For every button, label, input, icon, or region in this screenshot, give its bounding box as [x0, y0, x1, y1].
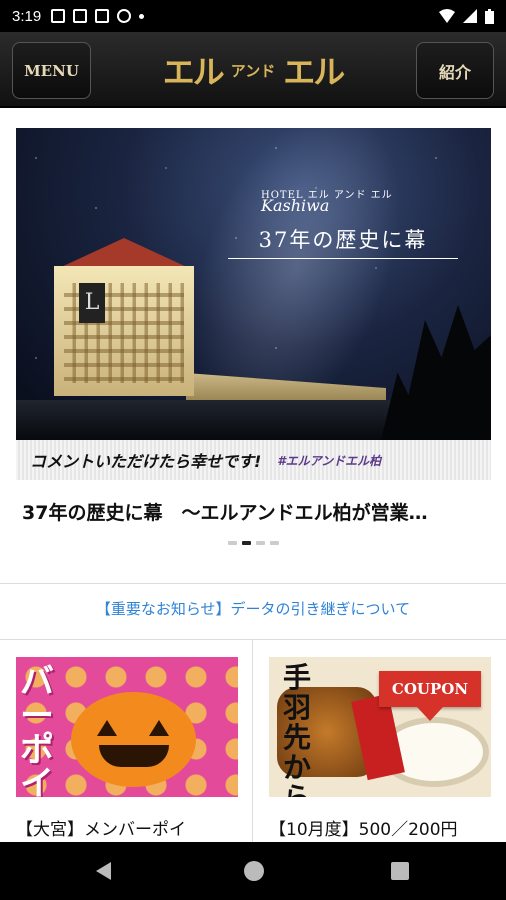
- news-card[interactable]: バーポイン 【大宮】メンバーポイ: [0, 640, 253, 850]
- carousel-pager: [0, 541, 506, 545]
- logo-text-middle: アンド: [230, 61, 276, 80]
- hotel-night-photo: L HOTEL エル アンド エル Kashiwa 37年の歴史に幕: [16, 128, 491, 472]
- wifi-icon: [439, 9, 455, 23]
- news-card[interactable]: 手羽先から揚げ COUPON 【10月度】500／200円: [253, 640, 506, 850]
- hotel-building: L: [34, 238, 224, 418]
- card-label: 【大宮】メンバーポイ: [16, 820, 186, 840]
- intro-button[interactable]: 紹介: [416, 42, 494, 99]
- banner-caption-strip: コメントいただけたら幸せです! #エルアンドエル柏: [16, 440, 491, 480]
- home-icon[interactable]: [244, 861, 264, 881]
- notification-icon: [73, 9, 88, 23]
- app-logo: エル アンド エル: [150, 48, 356, 92]
- banner-hotel-location: Kashiwa: [261, 196, 330, 215]
- pumpkin-mouth: [99, 745, 169, 767]
- signal-icon: [463, 9, 477, 23]
- notification-icon: [95, 9, 110, 23]
- menu-button[interactable]: MENU: [12, 42, 91, 99]
- recent-apps-icon[interactable]: [391, 862, 409, 880]
- pumpkin-eye: [97, 720, 117, 736]
- slide-title[interactable]: 37年の歴史に幕 ～エルアンドエル柏が営業…: [22, 498, 492, 525]
- status-time: 3:19: [12, 7, 42, 25]
- more-notifications-icon: [139, 13, 145, 19]
- coupon-badge: COUPON: [379, 671, 481, 721]
- fried-chicken-image: 手羽先から揚げ COUPON: [269, 657, 491, 797]
- status-bar: 3:19: [0, 0, 506, 32]
- card-image-text: バーポイン: [20, 662, 54, 797]
- banner-hashtag: #エルアンドエル柏: [277, 453, 382, 468]
- logo-text-right: エル: [283, 53, 345, 91]
- pumpkin-icon: [71, 692, 196, 787]
- notification-icons: [51, 9, 145, 23]
- battery-icon: [485, 8, 494, 24]
- pumpkin-eye: [149, 720, 169, 736]
- important-notice-link[interactable]: 【重要なお知らせ】データの引き継ぎについて: [0, 598, 506, 619]
- banner-headline: 37年の歴史に幕: [228, 224, 458, 259]
- back-icon[interactable]: [96, 862, 111, 880]
- notification-icon: [117, 9, 132, 23]
- divider: [0, 583, 506, 584]
- pager-dot[interactable]: [269, 541, 279, 545]
- banner-caption: コメントいただけたら幸せです!: [30, 452, 262, 471]
- card-image-text: 手羽先から揚げ: [283, 661, 312, 798]
- pager-dot[interactable]: [227, 541, 237, 545]
- notification-icon: [51, 9, 66, 23]
- logo-text-left: エル: [162, 53, 225, 91]
- halloween-points-image: バーポイン: [16, 657, 238, 797]
- system-icons: [439, 8, 494, 24]
- pager-dot-active[interactable]: [241, 541, 251, 545]
- app-bar: MENU エル アンド エル 紹介: [0, 32, 506, 108]
- pumpkin-face: [89, 720, 179, 770]
- card-label: 【10月度】500／200円: [269, 820, 458, 840]
- hotel-sign: L: [79, 283, 105, 323]
- hotel-roof: [59, 238, 189, 268]
- banner-carousel[interactable]: L HOTEL エル アンド エル Kashiwa 37年の歴史に幕 コメントい…: [16, 128, 491, 480]
- system-nav-bar: [0, 842, 506, 900]
- pager-dot[interactable]: [255, 541, 265, 545]
